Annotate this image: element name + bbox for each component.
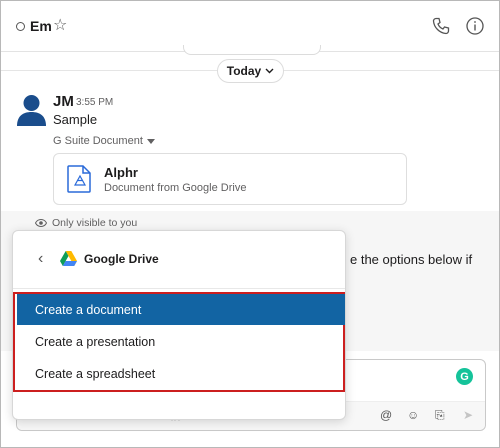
slack-window: Em ☆ Today JM 3:55 PM Sample G Suite Doc… — [0, 0, 500, 448]
message-text: Sample — [53, 112, 98, 127]
info-icon[interactable] — [465, 16, 485, 36]
grammarly-button[interactable]: G — [456, 368, 473, 385]
options-highlight-box: Create a document Create a presentation … — [13, 292, 345, 392]
mention-icon[interactable]: @ — [380, 408, 392, 422]
date-divider-label: Today — [226, 64, 262, 78]
date-divider-button[interactable]: Today — [217, 59, 284, 83]
presence-ring-icon — [16, 22, 25, 31]
google-drive-menu: ‹ Google Drive Create a document Create … — [12, 230, 346, 420]
channel-name[interactable]: Em — [30, 18, 52, 34]
popup-title: Google Drive — [84, 252, 159, 266]
menu-item-create-spreadsheet[interactable]: Create a spreadsheet — [17, 358, 345, 389]
visibility-notice: Only visible to you — [35, 217, 137, 229]
popup-separator — [13, 288, 345, 289]
attach-icon[interactable]: ⎘ — [435, 408, 445, 423]
file-subtitle: Document from Google Drive — [104, 182, 247, 194]
file-attachment-card[interactable]: Alphr Document from Google Drive — [53, 153, 407, 205]
attachment-label: G Suite Document — [53, 135, 143, 147]
google-drive-icon — [60, 251, 77, 266]
star-icon[interactable]: ☆ — [53, 15, 67, 35]
menu-item-create-document[interactable]: Create a document — [17, 294, 345, 325]
caret-down-icon — [146, 138, 155, 144]
message-timestamp[interactable]: 3:55 PM — [76, 97, 113, 108]
file-title[interactable]: Alphr — [104, 165, 138, 180]
eye-icon — [35, 219, 47, 227]
sticky-pill-shadow — [183, 45, 321, 55]
menu-item-create-presentation[interactable]: Create a presentation — [17, 326, 345, 357]
visibility-notice-text: Only visible to you — [52, 217, 138, 229]
attachment-toggle[interactable]: G Suite Document — [53, 135, 155, 147]
avatar[interactable] — [17, 94, 46, 126]
send-icon[interactable]: ➤ — [463, 408, 473, 422]
phone-icon[interactable] — [431, 16, 451, 36]
chevron-left-icon[interactable]: ‹ — [38, 250, 43, 268]
chevron-down-icon — [265, 68, 274, 74]
ephemeral-message-text: e the options below if — [350, 252, 473, 267]
emoji-icon[interactable]: ☺ — [407, 408, 419, 422]
google-docs-icon — [67, 165, 91, 193]
message-sender[interactable]: JM — [53, 93, 74, 110]
